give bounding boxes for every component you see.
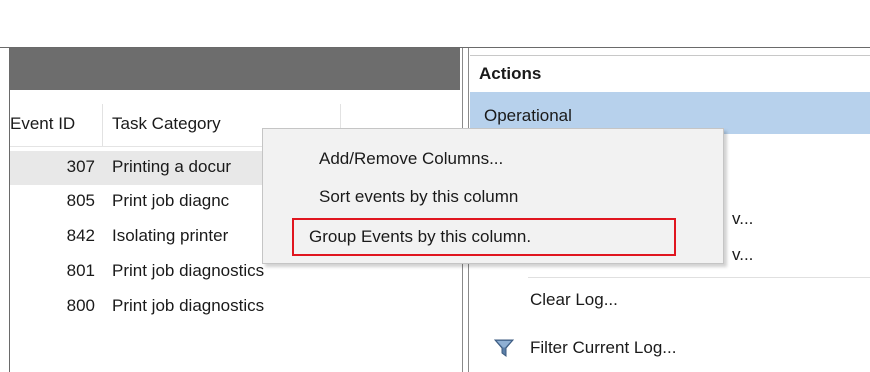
task-category-cell: Print job diagnc xyxy=(112,191,230,210)
operational-label: Operational xyxy=(484,106,572,125)
task-category-cell: Print job diagnostics xyxy=(112,296,265,315)
actions-header: Actions xyxy=(470,55,870,93)
menu-item-label: Sort events by this column xyxy=(319,187,519,206)
column-header-task-category[interactable]: Task Category xyxy=(112,114,221,136)
top-toolbar-area xyxy=(0,0,870,48)
events-pane-header-bar xyxy=(10,48,460,90)
clear-log-action[interactable]: Clear Log... xyxy=(530,290,618,310)
task-category-cell: Isolating printer xyxy=(112,226,229,245)
action-item-partial-label[interactable]: v... xyxy=(732,209,753,229)
task-category-cell: Printing a docur xyxy=(112,157,232,176)
table-row[interactable]: 800 Print job diagnostics xyxy=(10,290,460,324)
column-header-event-id[interactable]: Event ID xyxy=(10,114,98,136)
task-category-cell: Print job diagnostics xyxy=(112,261,265,280)
column-separator[interactable] xyxy=(102,104,103,146)
menu-item-sort-events[interactable]: Sort events by this column xyxy=(263,179,723,215)
action-item-partial-label[interactable]: v... xyxy=(732,245,753,265)
actions-divider xyxy=(528,277,870,278)
actions-title: Actions xyxy=(479,64,542,83)
filter-funnel-icon xyxy=(493,338,515,358)
menu-item-label: Add/Remove Columns... xyxy=(319,149,504,168)
event-id-cell: 307 xyxy=(66,157,95,176)
highlight-box xyxy=(292,218,676,256)
event-id-cell: 842 xyxy=(66,226,95,245)
menu-item-add-remove-columns[interactable]: Add/Remove Columns... xyxy=(263,141,723,177)
filter-current-log-action[interactable]: Filter Current Log... xyxy=(530,338,676,358)
event-id-cell: 805 xyxy=(66,191,95,210)
event-id-cell: 801 xyxy=(66,261,95,280)
event-id-cell: 800 xyxy=(66,296,95,315)
